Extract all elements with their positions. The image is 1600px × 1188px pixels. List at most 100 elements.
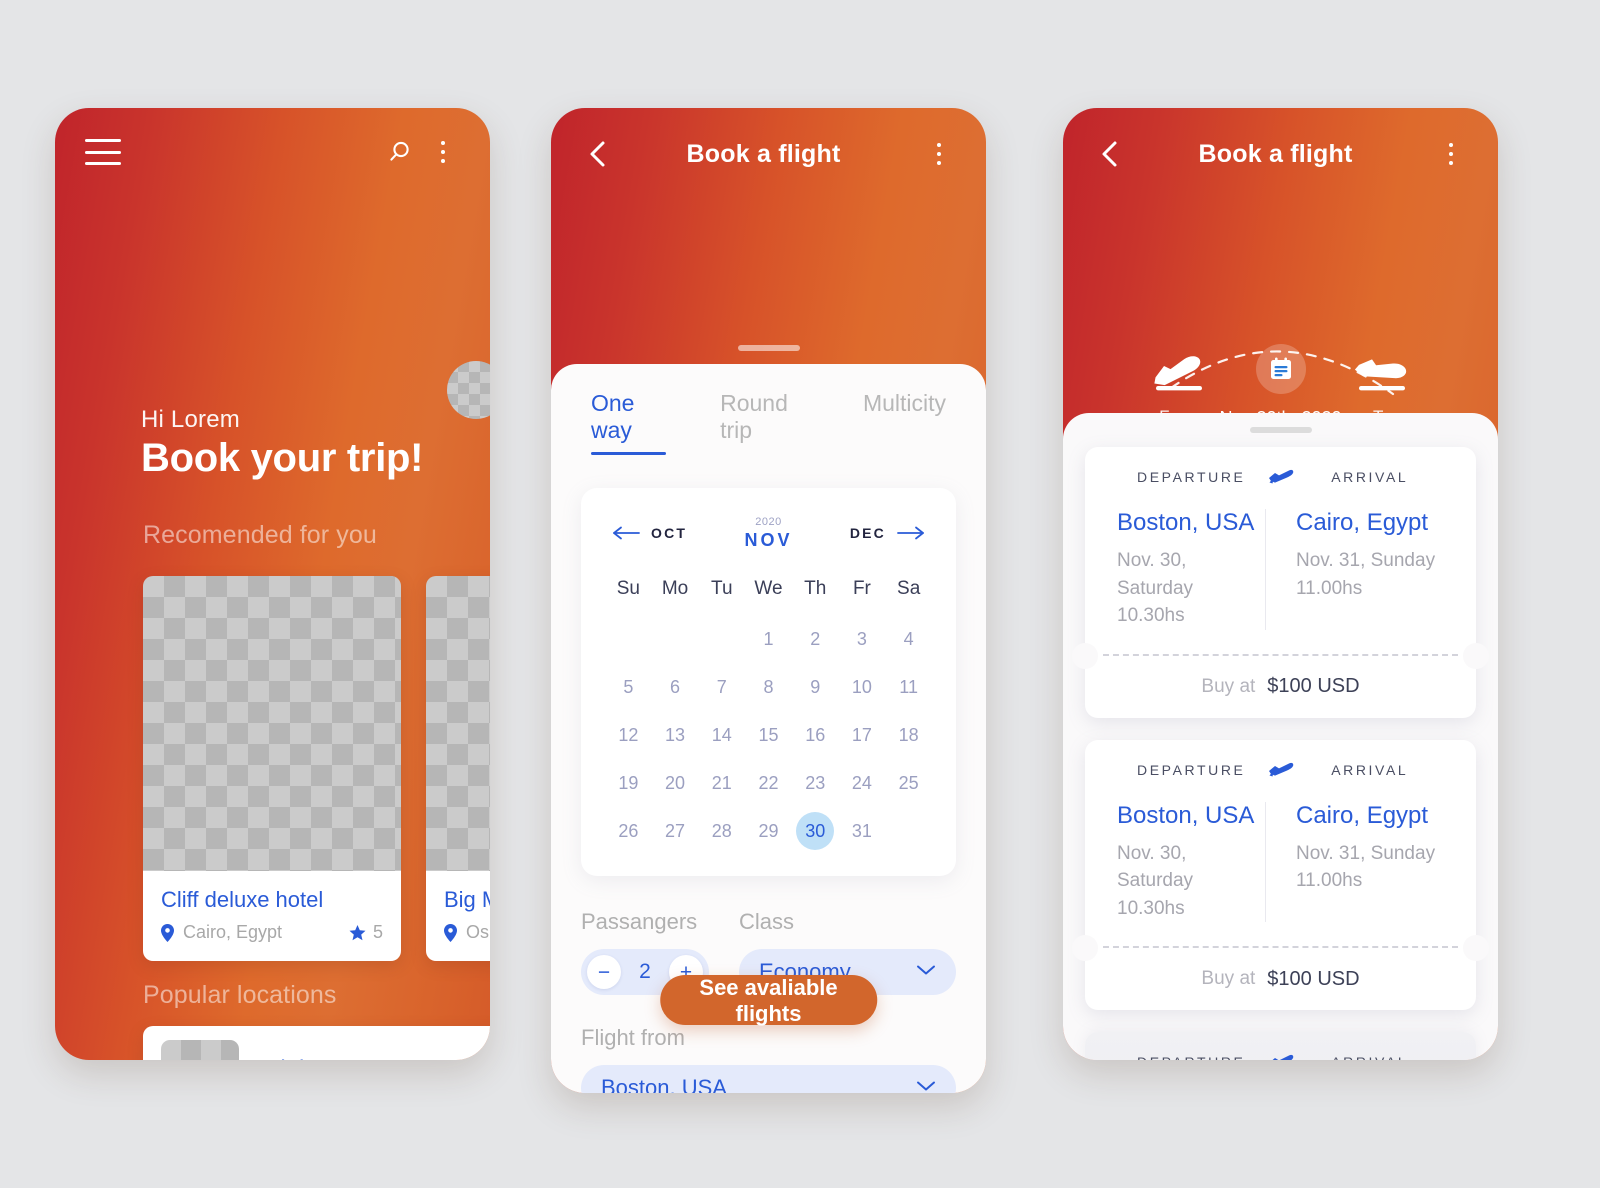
book-top-bar: Book a flight — [551, 108, 986, 200]
calendar-day[interactable]: 29 — [745, 812, 792, 850]
page-title: Book a flight — [686, 139, 841, 168]
calendar-day[interactable]: 10 — [839, 668, 886, 706]
calendar-day[interactable]: 27 — [652, 812, 699, 850]
calendar-day[interactable]: 5 — [605, 668, 652, 706]
calendar-day[interactable]: 21 — [698, 764, 745, 802]
calendar-day[interactable]: 8 — [745, 668, 792, 706]
calendar-day[interactable]: 2 — [792, 620, 839, 658]
calendar-day[interactable]: 20 — [652, 764, 699, 802]
plane-icon — [1266, 1052, 1296, 1060]
kebab-menu-icon[interactable] — [426, 135, 460, 169]
calendar-day[interactable]: 26 — [605, 812, 652, 850]
calendar-day[interactable]: 18 — [885, 716, 932, 754]
kebab-menu-icon[interactable] — [1434, 137, 1468, 171]
calendar-day[interactable]: 12 — [605, 716, 652, 754]
tab-multicity[interactable]: Multicity — [863, 390, 946, 455]
calendar-day[interactable]: 7 — [698, 668, 745, 706]
tab-round-trip[interactable]: Round trip — [720, 390, 815, 455]
plane-landing-icon — [1354, 359, 1407, 391]
calendar-day-number: 30 — [796, 812, 835, 850]
ticket-perforation — [1072, 642, 1489, 669]
calendar-header: OCT 2020 NOV DEC — [605, 510, 932, 556]
list-item[interactable]: Big Mountain Oslo, Norway 5 — [426, 576, 490, 961]
image-placeholder — [426, 576, 490, 871]
calendar-day-grid[interactable]: 1 2 3 4 5 6 7 8 9 10 11 12 13 14 15 16 17 18 19 20 21 22 23 24 2… — [605, 620, 932, 850]
calendar-day[interactable]: 24 — [839, 764, 886, 802]
hamburger-icon[interactable] — [85, 139, 121, 165]
calendar-day[interactable]: 14 — [698, 716, 745, 754]
calendar-day[interactable]: 4 — [885, 620, 932, 658]
card-title: Big Mountain — [444, 887, 490, 912]
calendar-day[interactable]: 19 — [605, 764, 652, 802]
calendar-day[interactable]: 9 — [792, 668, 839, 706]
flight-from-group: Flight from Boston, USA — [581, 1025, 956, 1093]
card-body: Big Mountain Oslo, Norway 5 — [426, 871, 490, 961]
decrement-button[interactable]: − — [587, 955, 621, 989]
sheet-grabber[interactable] — [1249, 427, 1312, 433]
ticket-footer[interactable]: Buy at $100 USD — [1085, 656, 1476, 718]
calendar-day[interactable]: 3 — [839, 620, 886, 658]
ticket-notch-right — [1463, 642, 1489, 669]
chevron-left-icon[interactable] — [581, 137, 615, 171]
ticket-footer[interactable]: Buy at $100 USD — [1085, 948, 1476, 1010]
ticket-price: $100 USD — [1267, 967, 1360, 990]
calendar-weekday-we: We — [754, 578, 783, 599]
calendar-day[interactable]: 6 — [652, 668, 699, 706]
calendar-day-selected[interactable]: 30 — [792, 812, 839, 850]
prev-month-button[interactable]: OCT — [611, 525, 687, 541]
sheet-grabber[interactable] — [737, 345, 800, 351]
calendar-day[interactable]: 17 — [839, 716, 886, 754]
search-icon[interactable] — [382, 135, 416, 169]
card-title: Little town — [267, 1056, 490, 1061]
location-pin-icon — [444, 923, 457, 942]
flight-ticket-card[interactable]: DEPARTURE ARRIVAL Boston, USA Nov. 30, S… — [1072, 447, 1489, 718]
class-label: Class — [739, 909, 795, 934]
calendar-day[interactable]: 13 — [652, 716, 699, 754]
flight-ticket-card-partial[interactable]: DEPARTURE ARRIVAL — [1085, 1032, 1476, 1060]
passengers-value: 2 — [639, 960, 651, 983]
flight-ticket-card[interactable]: DEPARTURE ARRIVAL Boston, USA Nov. 30, S… — [1072, 739, 1489, 1011]
ticket-notch-right — [1463, 935, 1489, 962]
calendar-day[interactable]: 25 — [885, 764, 932, 802]
calendar-icon[interactable] — [1255, 344, 1306, 394]
calendar-day-blank — [605, 620, 652, 658]
booking-sheet: One way Round trip Multicity OCT 2020 NO… — [551, 364, 986, 1093]
prev-month-label: OCT — [651, 525, 688, 541]
calendar-day[interactable]: 22 — [745, 764, 792, 802]
see-available-flights-button[interactable]: See avaliable flights — [659, 975, 878, 1026]
calendar-day-blank — [652, 620, 699, 658]
calendar-day[interactable]: 28 — [698, 812, 745, 850]
calendar-weekday-fr: Fr — [852, 578, 871, 599]
next-month-button[interactable]: DEC — [850, 525, 926, 541]
card-location: Cairo, Egypt — [183, 922, 283, 942]
passengers-label: Passangers — [581, 909, 698, 934]
calendar-day[interactable]: 11 — [885, 668, 932, 706]
section-title-recommended: Recomended for you — [143, 521, 377, 549]
calendar-day[interactable]: 31 — [839, 812, 886, 850]
flight-from-select[interactable]: Boston, USA — [581, 1065, 956, 1093]
card-body: Cliff deluxe hotel Cairo, Egypt 5 — [143, 871, 401, 961]
list-item[interactable]: Little town Positano, Italy 5 — [143, 1026, 490, 1060]
chevron-down-icon — [916, 1079, 936, 1093]
arrow-right-icon — [897, 526, 924, 540]
list-item[interactable]: Cliff deluxe hotel Cairo, Egypt 5 — [143, 576, 401, 961]
chevron-left-icon[interactable] — [1093, 137, 1127, 171]
calendar-day[interactable]: 15 — [745, 716, 792, 754]
image-placeholder — [161, 1040, 239, 1060]
recommended-card-list[interactable]: Cliff deluxe hotel Cairo, Egypt 5 Big Os — [143, 576, 490, 961]
ticket-body: Boston, USA Nov. 30, Saturday 10.30hs Ca… — [1085, 780, 1476, 947]
calendar-day[interactable]: 16 — [792, 716, 839, 754]
kebab-menu-icon[interactable] — [922, 137, 956, 171]
page-title: Book your trip! — [141, 436, 424, 480]
calendar-day[interactable]: 23 — [792, 764, 839, 802]
current-month-block: 2020 NOV — [744, 516, 792, 551]
phone-screen-home: Hi Lorem Book your trip! Recomended for … — [55, 108, 490, 1060]
plane-icon — [1266, 467, 1296, 487]
tab-one-way[interactable]: One way — [591, 390, 672, 455]
calendar-weekday-row: Su Mo Tu We Th Fr Sa — [605, 578, 932, 600]
calendar-year: 2020 — [755, 515, 782, 528]
card-meta: Oslo, Norway 5 — [444, 922, 490, 943]
arrival-city: Cairo, Egypt — [1296, 509, 1429, 536]
calendar-day[interactable]: 1 — [745, 620, 792, 658]
flight-from-value: Boston, USA — [601, 1075, 727, 1093]
